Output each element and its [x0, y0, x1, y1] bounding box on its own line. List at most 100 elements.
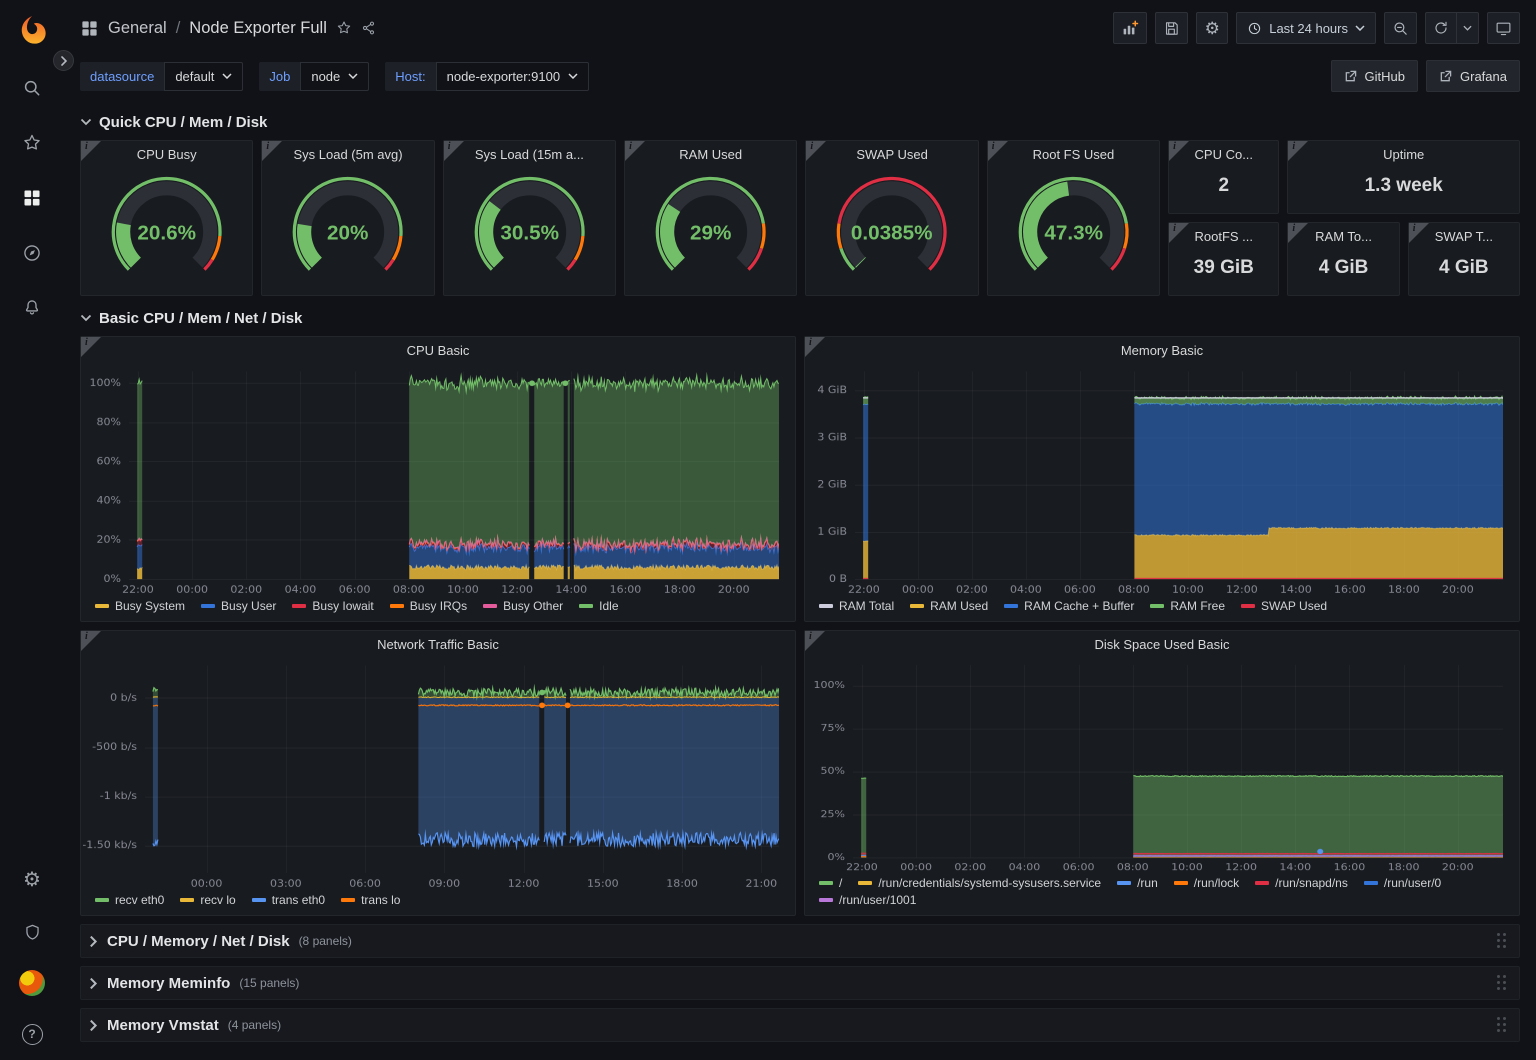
time-range-picker[interactable]: Last 24 hours	[1236, 12, 1376, 44]
variable-value-dropdown[interactable]: default	[164, 62, 243, 91]
network-traffic-chart-canvas[interactable]	[83, 656, 789, 892]
legend-item[interactable]: /run/credentials/systemd-sysusers.servic…	[858, 876, 1101, 890]
row-drag-handle[interactable]	[1497, 975, 1507, 991]
dashboard-link-0[interactable]: GitHub	[1331, 60, 1418, 92]
memory-basic-chart-canvas[interactable]	[807, 362, 1513, 598]
row-header-quick[interactable]: Quick CPU / Mem / Disk	[80, 104, 1520, 140]
legend-item[interactable]: /run/snapd/ns	[1255, 876, 1348, 890]
panel-title[interactable]: Uptime	[1288, 141, 1519, 164]
cpu-basic-chart-canvas[interactable]	[83, 362, 789, 598]
info-icon[interactable]: i	[262, 141, 282, 161]
info-icon[interactable]: i	[444, 141, 464, 161]
info-icon[interactable]: i	[806, 141, 826, 161]
legend-item[interactable]: Busy Other	[483, 599, 563, 613]
panel-title[interactable]: Sys Load (15m a...	[444, 141, 615, 164]
alerting-button[interactable]	[18, 294, 46, 322]
legend-item[interactable]: Idle	[579, 599, 618, 613]
starred-button[interactable]	[18, 129, 46, 157]
info-icon[interactable]: i	[805, 337, 825, 357]
refresh-button[interactable]	[1425, 12, 1457, 44]
dashboard-link-1[interactable]: Grafana	[1426, 60, 1520, 92]
panel-title[interactable]: CPU Busy	[81, 141, 252, 164]
time-range-label: Last 24 hours	[1269, 21, 1348, 36]
info-icon[interactable]: i	[1288, 141, 1308, 161]
legend-item[interactable]: RAM Free	[1150, 599, 1225, 613]
gauge-panel-2: iSys Load (15m a...30.5%	[443, 140, 616, 296]
network-traffic-plot[interactable]	[81, 654, 795, 892]
info-icon[interactable]: i	[81, 631, 101, 651]
info-icon[interactable]: i	[1169, 223, 1189, 243]
info-icon[interactable]: i	[1169, 141, 1189, 161]
variable-value-dropdown[interactable]: node	[300, 62, 369, 91]
panel-title[interactable]: Memory Basic	[805, 337, 1519, 360]
variable-value-dropdown[interactable]: node-exporter:9100	[436, 62, 589, 91]
user-avatar[interactable]	[19, 970, 45, 996]
server-admin-button[interactable]	[18, 918, 46, 946]
configuration-button[interactable]: ⚙	[18, 866, 46, 894]
legend-item[interactable]: RAM Total	[819, 599, 894, 613]
collapsed-row-0[interactable]: CPU / Memory / Net / Disk(8 panels)	[80, 924, 1520, 958]
panel-title[interactable]: Disk Space Used Basic	[805, 631, 1519, 654]
dashboards-button[interactable]	[18, 184, 46, 212]
legend-item[interactable]: /	[819, 876, 842, 890]
cpu-basic-plot[interactable]	[81, 360, 795, 598]
panel-title[interactable]: CPU Basic	[81, 337, 795, 360]
legend-item[interactable]: RAM Cache + Buffer	[1004, 599, 1134, 613]
info-icon[interactable]: i	[81, 141, 101, 161]
disk-space-chart-canvas[interactable]	[807, 656, 1513, 875]
share-dashboard-button[interactable]	[361, 20, 377, 36]
info-icon[interactable]: i	[81, 337, 101, 357]
row-drag-handle[interactable]	[1497, 1017, 1507, 1033]
legend-item[interactable]: RAM Used	[910, 599, 988, 613]
help-button[interactable]: ?	[18, 1020, 46, 1048]
collapsed-row-2[interactable]: Memory Vmstat(4 panels)	[80, 1008, 1520, 1042]
legend-item[interactable]: recv eth0	[95, 893, 164, 907]
info-icon[interactable]: i	[988, 141, 1008, 161]
explore-button[interactable]	[18, 239, 46, 267]
legend-item[interactable]: Busy System	[95, 599, 185, 613]
info-icon[interactable]: i	[1409, 223, 1429, 243]
grafana-logo[interactable]	[16, 14, 48, 46]
stat-panel-rootfs-total: i RootFS ... 39 GiB	[1168, 222, 1279, 296]
panel-title[interactable]: Sys Load (5m avg)	[262, 141, 433, 164]
legend-item[interactable]: SWAP Used	[1241, 599, 1327, 613]
breadcrumb-dashboard-title[interactable]: Node Exporter Full	[189, 19, 327, 38]
legend-item[interactable]: Busy User	[201, 599, 276, 613]
panel-title[interactable]: Root FS Used	[988, 141, 1159, 164]
kiosk-mode-button[interactable]	[1487, 12, 1520, 44]
row-title: Quick CPU / Mem / Disk	[99, 114, 267, 131]
panel-title[interactable]: RAM Used	[625, 141, 796, 164]
legend-item[interactable]: trans eth0	[252, 893, 325, 907]
sidebar-expand-button[interactable]	[53, 50, 74, 71]
row-header-basic[interactable]: Basic CPU / Mem / Net / Disk	[80, 300, 1520, 336]
memory-basic-plot[interactable]	[805, 360, 1519, 598]
info-icon[interactable]: i	[625, 141, 645, 161]
zoom-out-time-button[interactable]	[1384, 12, 1417, 44]
panel-title[interactable]: Network Traffic Basic	[81, 631, 795, 654]
favorite-dashboard-button[interactable]	[336, 20, 352, 36]
info-icon[interactable]: i	[805, 631, 825, 651]
search-button[interactable]	[18, 74, 46, 102]
disk-space-plot[interactable]	[805, 654, 1519, 875]
legend-item[interactable]: recv lo	[180, 893, 235, 907]
legend-label: recv lo	[200, 893, 235, 907]
legend-item[interactable]: /run/user/1001	[819, 893, 916, 907]
cpu-basic-legend: Busy System Busy User Busy Iowait Busy IRQs…	[81, 598, 795, 621]
legend-item[interactable]: Busy Iowait	[292, 599, 373, 613]
panel-title[interactable]: SWAP Used	[806, 141, 977, 164]
legend-item[interactable]: /run	[1117, 876, 1158, 890]
legend-item[interactable]: trans lo	[341, 893, 400, 907]
collapsed-row-1[interactable]: Memory Meminfo(15 panels)	[80, 966, 1520, 1000]
breadcrumb-section[interactable]: General	[108, 19, 167, 38]
info-icon[interactable]: i	[1288, 223, 1308, 243]
stat-panel-ram-total: i RAM To... 4 GiB	[1287, 222, 1399, 296]
row-drag-handle[interactable]	[1497, 933, 1507, 949]
save-dashboard-button[interactable]	[1155, 12, 1188, 44]
add-panel-button[interactable]	[1113, 12, 1147, 44]
chevron-down-icon	[568, 73, 578, 79]
dashboard-settings-button[interactable]: ⚙	[1196, 12, 1228, 44]
legend-item[interactable]: Busy IRQs	[390, 599, 467, 613]
refresh-interval-dropdown[interactable]	[1457, 12, 1479, 44]
legend-item[interactable]: /run/lock	[1174, 876, 1239, 890]
legend-item[interactable]: /run/user/0	[1364, 876, 1441, 890]
